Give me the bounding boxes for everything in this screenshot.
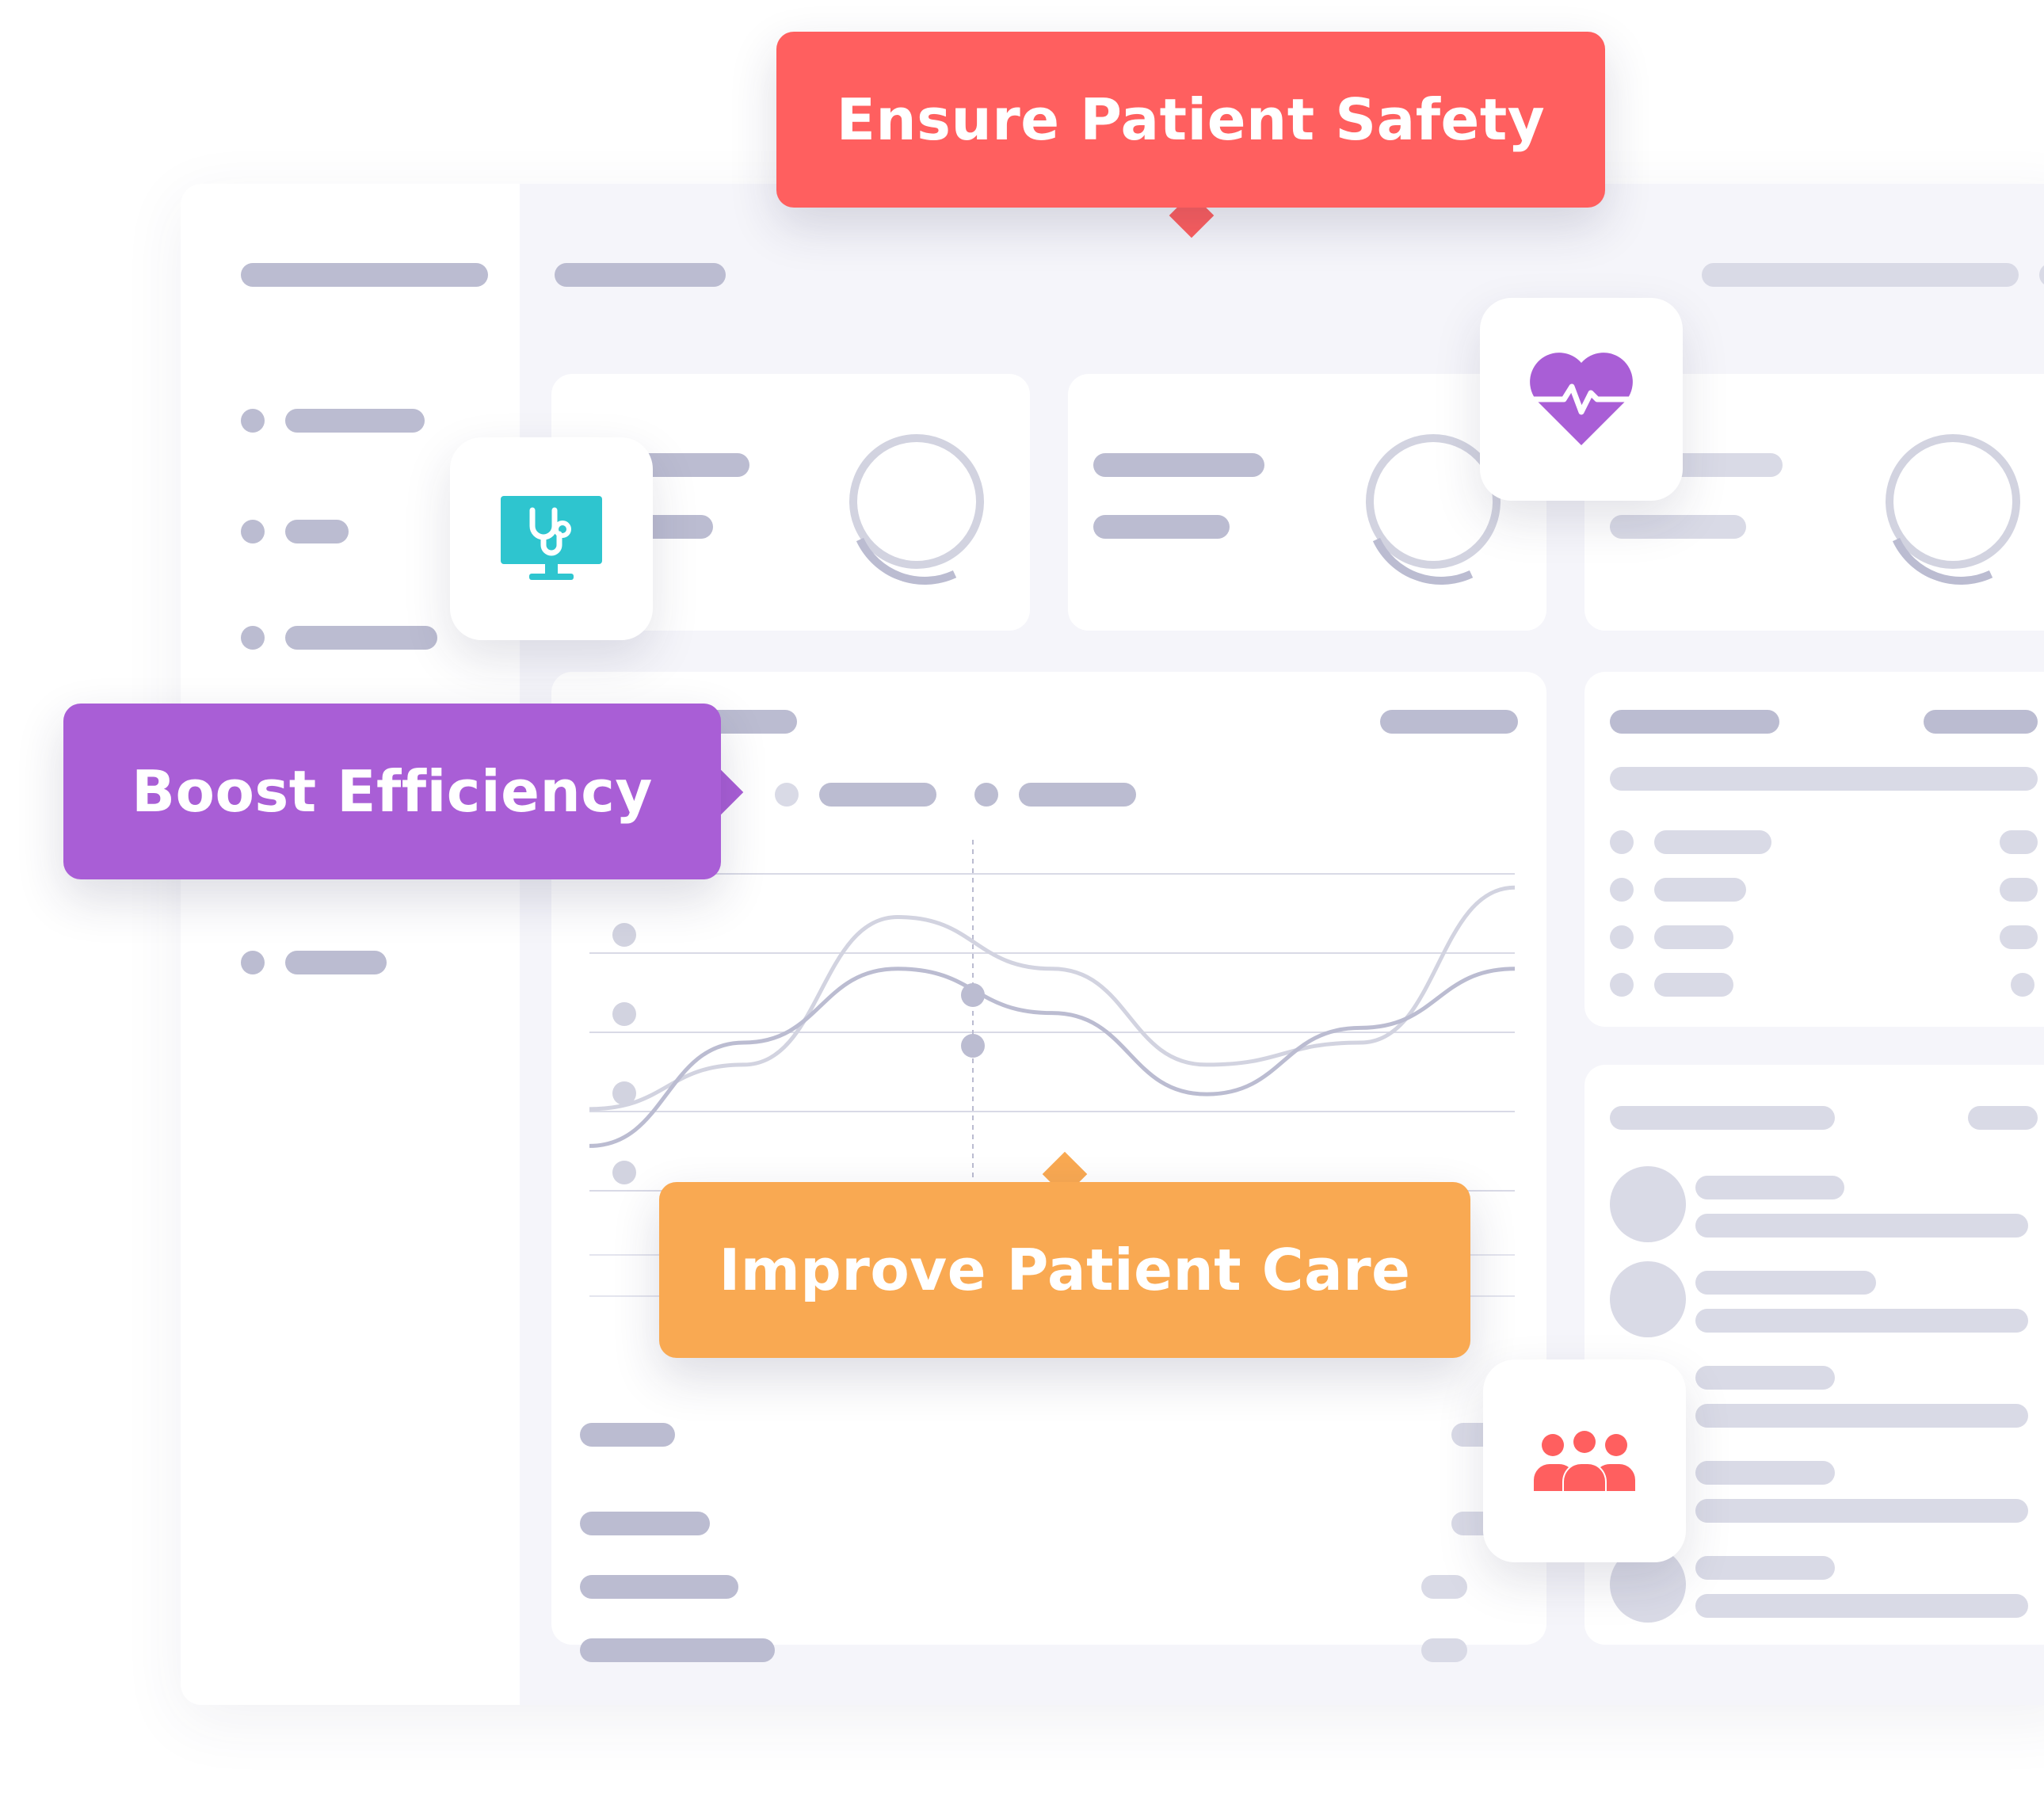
- person-detail-placeholder: [1695, 1594, 2028, 1618]
- header-right-placeholder: [1702, 263, 2019, 287]
- list-item-placeholder: [1654, 878, 1746, 902]
- person-detail-placeholder: [1695, 1309, 2028, 1333]
- care-callout: Improve Patient Care: [659, 1182, 1470, 1358]
- stat-card-value-placeholder: [1093, 515, 1230, 539]
- efficiency-callout: Boost Efficiency: [63, 704, 721, 879]
- stat-card-progress-ring: [1886, 434, 2020, 569]
- list-item-bullet: [1610, 925, 1634, 949]
- table-row-placeholder: [580, 1638, 775, 1662]
- sidebar-item-placeholder[interactable]: [285, 951, 387, 974]
- table-row-placeholder: [580, 1575, 738, 1599]
- sidebar-item-bullet[interactable]: [241, 951, 265, 974]
- header-title-placeholder: [555, 263, 726, 287]
- table-row-placeholder: [580, 1512, 710, 1535]
- avatar: [1610, 1261, 1686, 1337]
- header-right-dot[interactable]: [2039, 263, 2044, 287]
- chart-point[interactable]: [961, 1034, 985, 1058]
- sidebar-logo-placeholder: [241, 263, 488, 287]
- list-item-value-placeholder: [2000, 925, 2038, 949]
- sidebar-item-placeholder[interactable]: [285, 626, 437, 650]
- sidebar-item-bullet[interactable]: [241, 520, 265, 543]
- safety-callout-label: Ensure Patient Safety: [836, 86, 1546, 153]
- list-card-title-placeholder: [1610, 710, 1779, 734]
- list-item-value-placeholder: [2000, 830, 2038, 854]
- sidebar-item-bullet[interactable]: [241, 626, 265, 650]
- list-card-action-placeholder[interactable]: [1924, 710, 2038, 734]
- stethoscope-monitor-icon: [501, 496, 602, 580]
- stat-card-progress-ring: [849, 434, 984, 569]
- person-detail-placeholder: [1695, 1499, 2028, 1523]
- chart-series-line: [589, 967, 1516, 1148]
- list-item-bullet: [1610, 878, 1634, 902]
- y-axis-tick-dot: [612, 1161, 636, 1184]
- person-detail-placeholder: [1695, 1214, 2028, 1238]
- y-axis-tick-dot: [612, 1002, 636, 1026]
- list-card: [1584, 672, 2044, 1027]
- chart-series-line: [589, 885, 1516, 1112]
- safety-callout: Ensure Patient Safety: [776, 32, 1605, 208]
- sidebar: [181, 184, 520, 1705]
- person-name-placeholder: [1695, 1556, 1835, 1580]
- efficiency-callout-label: Boost Efficiency: [132, 758, 653, 825]
- person-name-placeholder: [1695, 1176, 1844, 1199]
- people-card-title-placeholder: [1610, 1106, 1835, 1130]
- list-item-placeholder: [1654, 925, 1733, 949]
- care-callout-label: Improve Patient Care: [719, 1237, 1411, 1303]
- stat-card-title-placeholder: [1093, 453, 1264, 477]
- stat-card-value-placeholder: [1610, 515, 1746, 539]
- y-axis-tick-dot: [612, 923, 636, 947]
- person-detail-placeholder: [1695, 1404, 2028, 1428]
- list-item-placeholder: [1654, 830, 1771, 854]
- list-item-bullet: [1610, 973, 1634, 997]
- table-row-value-placeholder: [1421, 1638, 1467, 1662]
- heart-pulse-tile[interactable]: [1480, 298, 1683, 501]
- list-card-subtitle-placeholder: [1610, 767, 2038, 791]
- list-item-value-dot: [2011, 973, 2034, 997]
- list-item-bullet: [1610, 830, 1634, 854]
- list-item-value-placeholder: [2000, 878, 2038, 902]
- stethoscope-monitor-tile[interactable]: [450, 437, 653, 640]
- table-row-placeholder: [580, 1423, 675, 1447]
- person-name-placeholder: [1695, 1366, 1835, 1390]
- people-group-tile[interactable]: [1483, 1360, 1686, 1562]
- table-row-value-placeholder: [1421, 1575, 1467, 1599]
- person-name-placeholder: [1695, 1271, 1876, 1295]
- sidebar-item-placeholder[interactable]: [285, 409, 425, 433]
- list-item-placeholder: [1654, 973, 1733, 997]
- avatar: [1610, 1166, 1686, 1242]
- person-name-placeholder: [1695, 1461, 1835, 1485]
- people-card-action-placeholder[interactable]: [1968, 1106, 2038, 1130]
- sidebar-item-placeholder[interactable]: [285, 520, 349, 543]
- dashboard-window: [181, 184, 2044, 1705]
- stat-card: [1068, 374, 1546, 631]
- chart-point[interactable]: [961, 983, 985, 1007]
- heart-pulse-icon: [1529, 353, 1634, 445]
- people-group-icon: [1534, 1431, 1635, 1491]
- sidebar-item-bullet[interactable]: [241, 409, 265, 433]
